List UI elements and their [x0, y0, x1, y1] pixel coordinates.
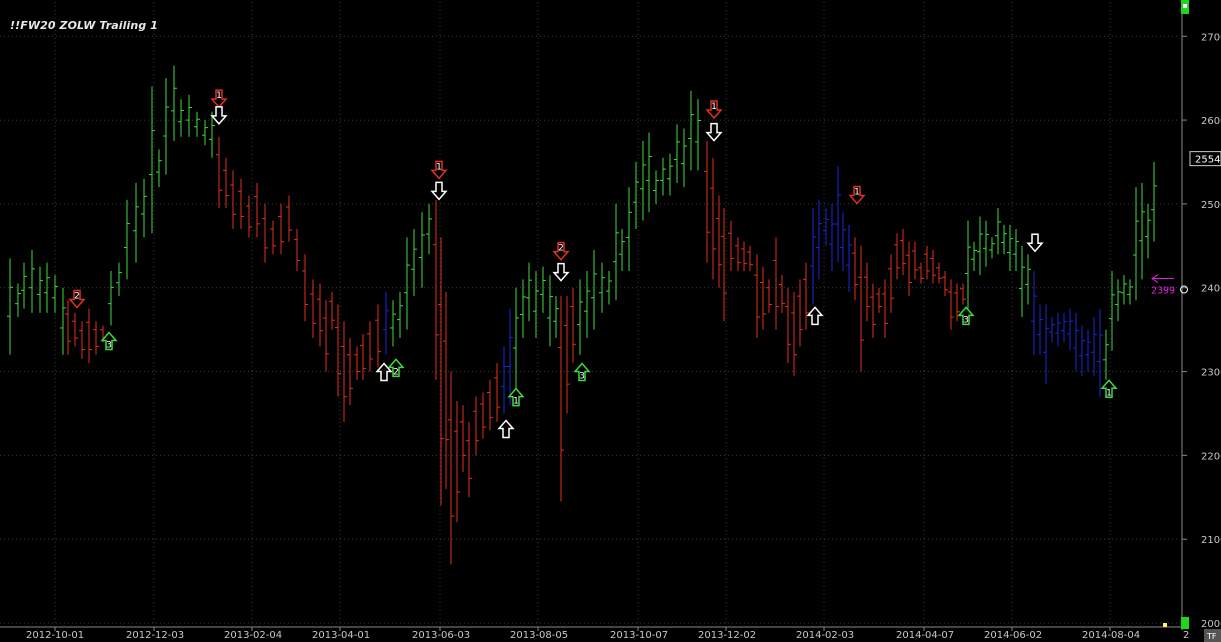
- signal-label: 2: [393, 367, 399, 377]
- plot-background: [0, 0, 1221, 642]
- y-tick-label: 2500: [1201, 200, 1221, 211]
- x-tick-label: 2013-04-01: [312, 630, 370, 641]
- x-tick-label: 2014-08-04: [1082, 630, 1140, 641]
- y-tick-label: 2700: [1201, 32, 1221, 43]
- x-tick-label: 2012-12-03: [126, 630, 184, 641]
- signal-label: 1: [513, 397, 519, 407]
- y-tick-label: 2600: [1201, 116, 1221, 127]
- x-tick-label: 2013-06-03: [412, 630, 470, 641]
- current-value-label: 2399: [1151, 286, 1175, 297]
- top-scroll-dot: [1183, 4, 1187, 8]
- signal-label: 1: [1106, 388, 1112, 398]
- bottom-scroll-handle: [1181, 617, 1189, 629]
- x-tick-label: 2013-10-07: [610, 630, 668, 641]
- x-tick-label: 2013-02-04: [224, 630, 282, 641]
- tf-button-label: TF: [1206, 632, 1217, 641]
- signal-label: 1: [436, 162, 442, 172]
- y-tick-label: 2300: [1201, 368, 1221, 379]
- cursor-dot: [1163, 623, 1167, 627]
- signal-label: 2: [558, 244, 564, 254]
- signal-label: 2: [74, 291, 80, 301]
- signal-label: 1: [216, 91, 222, 101]
- signal-label: 1: [854, 188, 860, 198]
- x-tick-label: 2014-06-02: [984, 630, 1042, 641]
- x-tick-label: 2012-10-01: [26, 630, 84, 641]
- y-tick-label: 2000: [1201, 619, 1221, 630]
- y-tick-label: 2400: [1201, 284, 1221, 295]
- price-chart[interactable]: 2 3 1 2 1 1 2 3 1 1 3 1 2000 2100 2200 2300 2400 2500 260…: [0, 0, 1221, 642]
- signal-label: 3: [963, 315, 969, 325]
- last-price-label: 2554: [1195, 155, 1220, 166]
- x-tick-label: 2014-04-07: [896, 630, 954, 641]
- chart-title: !!FW20 ZOLW Trailing 1: [10, 19, 159, 32]
- y-tick-label: 2200: [1201, 451, 1221, 462]
- x-tick-label: 2013-08-05: [510, 630, 568, 641]
- x-tick-label-partial: 2: [1183, 630, 1189, 641]
- x-tick-label: 2013-12-02: [698, 630, 756, 641]
- x-tick-label: 2014-02-03: [796, 630, 854, 641]
- signal-label: 1: [711, 102, 717, 112]
- signal-label: 3: [579, 372, 585, 382]
- signal-label: 3: [106, 341, 112, 351]
- y-tick-label: 2100: [1201, 535, 1221, 546]
